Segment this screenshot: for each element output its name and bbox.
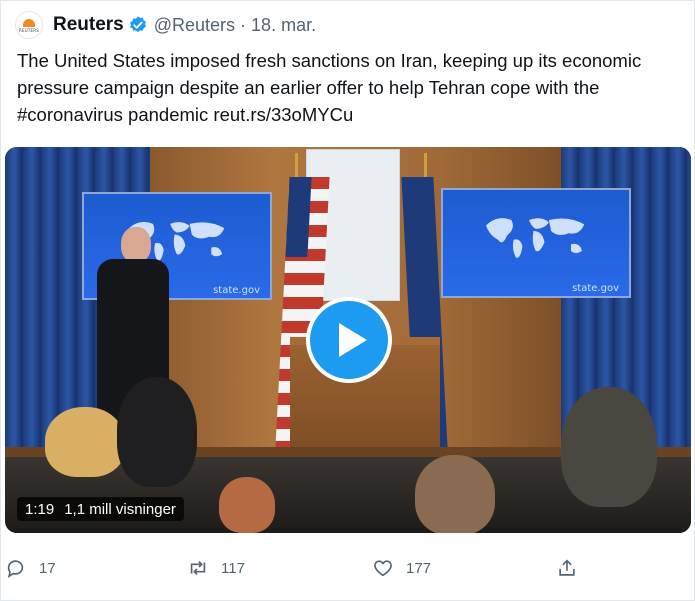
share-icon: [559, 559, 575, 576]
video-views: 1,1 mill visninger: [64, 500, 176, 518]
video-duration: 1:19: [25, 500, 55, 518]
world-map-icon: [486, 218, 585, 258]
reuters-logo-icon: [23, 19, 35, 27]
avatar[interactable]: REUTERS: [15, 11, 43, 39]
play-icon: [338, 323, 367, 357]
retweet-count: 117: [221, 559, 245, 577]
screen-right: state.gov: [441, 188, 631, 298]
avatar-wordmark: REUTERS: [19, 28, 39, 33]
like-icon: [374, 560, 392, 577]
reply-icon: [7, 560, 24, 578]
screen-url-right: state.gov: [572, 283, 619, 294]
like-count: 177: [406, 559, 432, 577]
like-button[interactable]: 177: [372, 553, 431, 583]
verified-badge-icon: [129, 16, 146, 33]
author-name[interactable]: Reuters: [53, 14, 124, 36]
play-button[interactable]: [306, 297, 392, 383]
retweet-icon: [190, 560, 206, 576]
tweet-header: REUTERS Reuters @Reuters · 18. mar.: [15, 11, 316, 39]
audience: [5, 377, 691, 533]
screen-url-left: state.gov: [213, 285, 260, 296]
share-button[interactable]: [556, 553, 578, 583]
reply-count: 17: [39, 559, 56, 577]
tweet-actions: 17 117 177: [1, 553, 694, 583]
tweet-card[interactable]: REUTERS Reuters @Reuters · 18. mar. The …: [0, 0, 695, 601]
retweet-button[interactable]: 117: [187, 553, 245, 583]
tweet-text: The United States imposed fresh sanction…: [17, 50, 642, 125]
video-info-overlay: 1:19 1,1 mill visninger: [17, 497, 184, 521]
reply-button[interactable]: 17: [5, 553, 56, 583]
video-player[interactable]: state.gov state.gov 1:19 1,1 mill visnin…: [5, 147, 691, 533]
author-handle-date[interactable]: @Reuters · 18. mar.: [154, 15, 316, 36]
